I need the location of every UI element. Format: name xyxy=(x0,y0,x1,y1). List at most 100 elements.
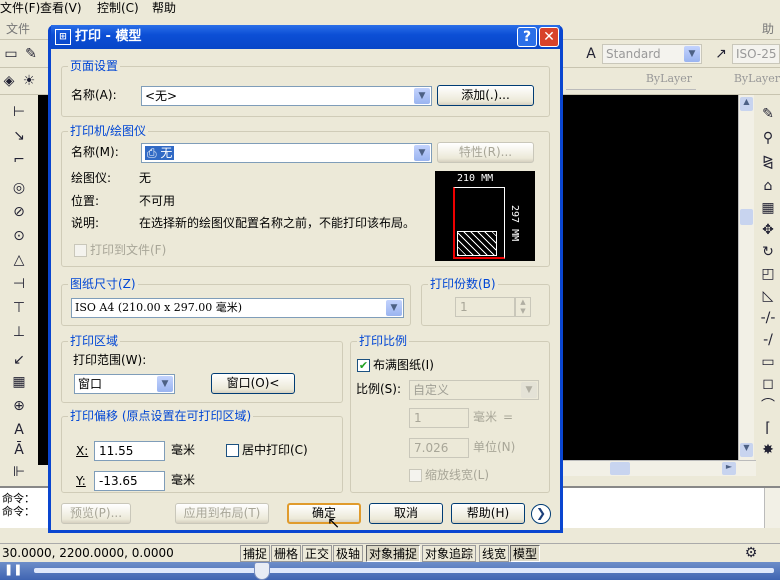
draw-toolbar: ⊢ ↘ ⌐ ◎ ⊘ ⊙ △ ⊣ ⊤ ⊥ ↙ ▦ ⊕ A Ā ⊩ xyxy=(0,95,38,480)
pause-icon[interactable]: ❚❚ xyxy=(4,563,22,576)
center-mark-icon[interactable]: ⊕ xyxy=(10,397,28,415)
menu-view[interactable]: 查看(V) xyxy=(40,0,82,16)
mtext-icon[interactable]: Ā xyxy=(10,441,28,459)
scroll-up-icon[interactable]: ▲ xyxy=(740,97,753,111)
line-icon[interactable]: ⊢ xyxy=(10,103,28,121)
chamfer-icon[interactable]: ◻ xyxy=(759,375,777,393)
paper-size-select[interactable]: ISO A4 (210.00 x 297.00 毫米) ▼ xyxy=(71,298,404,318)
otrack-toggle[interactable]: 对象追踪 xyxy=(422,545,477,562)
menu-help[interactable]: 帮助 xyxy=(152,0,176,16)
copies-input[interactable]: 1 xyxy=(455,297,515,317)
cancel-button[interactable]: 取消 xyxy=(369,503,443,524)
ellipse-icon[interactable]: ⊙ xyxy=(10,227,28,245)
fillet-icon[interactable]: ⌒ xyxy=(759,397,777,415)
lwt-toggle[interactable]: 线宽 xyxy=(479,545,510,562)
h-scroll-thumb[interactable] xyxy=(610,462,630,475)
snap-toggle[interactable]: 捕捉 xyxy=(240,545,271,562)
trim-icon[interactable]: ‑/‑ xyxy=(759,309,777,327)
copies-group: 打印份数(B) 1 ▲ ▼ xyxy=(421,277,550,326)
dim-baseline-icon[interactable]: ⊥ xyxy=(10,323,28,341)
scale-icon[interactable]: ◰ xyxy=(759,265,777,283)
offset-icon[interactable]: ⌂ xyxy=(759,177,777,195)
print-to-file-checkbox[interactable] xyxy=(74,244,87,257)
model-toggle[interactable]: 模型 xyxy=(510,545,541,562)
text-style-select[interactable]: Standard ▼ xyxy=(602,44,702,64)
fillet2-icon[interactable]: ⌈ xyxy=(759,419,777,437)
lineweight-select[interactable]: ByLayer xyxy=(706,72,780,90)
help-icon[interactable]: ? xyxy=(517,27,537,47)
dim-style-icon[interactable]: ↗ xyxy=(712,45,730,63)
printer-select[interactable]: ⎙ 无 ▼ xyxy=(141,143,432,163)
scale-value-1[interactable]: 1 xyxy=(409,408,469,428)
break-icon[interactable]: ▭ xyxy=(759,353,777,371)
offset-y-input[interactable]: -13.65 xyxy=(94,471,165,491)
scale-value-2[interactable]: 7.026 xyxy=(409,438,469,458)
dim-style-select[interactable]: ISO-25 xyxy=(732,44,780,64)
erase-icon[interactable]: ✎ xyxy=(759,105,777,123)
polar-toggle[interactable]: 极轴 xyxy=(333,545,364,562)
properties-button[interactable]: 特性(R)... xyxy=(437,142,534,163)
command-scrollbar[interactable] xyxy=(764,488,780,528)
dim-aligned-icon[interactable]: ⊤ xyxy=(10,299,28,317)
center-plot-checkbox[interactable] xyxy=(226,444,239,457)
dim-edit-icon[interactable]: ⊩ xyxy=(10,463,28,481)
fit-to-paper-checkbox[interactable]: ✔ xyxy=(357,359,370,372)
scale-lineweights-checkbox[interactable] xyxy=(409,469,422,482)
ok-button[interactable]: 确定 xyxy=(287,503,361,524)
scroll-right-icon[interactable]: ► xyxy=(722,462,736,475)
explode-icon[interactable]: ✸ xyxy=(759,441,777,459)
move-icon[interactable]: ✥ xyxy=(759,221,777,239)
apply-to-layout-button[interactable]: 应用到布局(T) xyxy=(175,503,269,524)
ortho-toggle[interactable]: 正交 xyxy=(302,545,333,562)
tray-settings-icon[interactable]: ⚙ xyxy=(742,544,760,562)
add-button[interactable]: 添加(.)... xyxy=(437,85,534,106)
table-icon[interactable]: ▦ xyxy=(10,373,28,391)
leader-icon[interactable]: ↙ xyxy=(10,351,28,369)
dialog-title: 打印 - 模型 xyxy=(75,29,142,44)
bulb-icon[interactable]: ☀ xyxy=(20,72,38,90)
text-style-icon[interactable]: A xyxy=(582,45,600,63)
print-dialog: ⊞ 打印 - 模型 ? ✕ 页面设置 名称(A): <无> ▼ 添加(.)... … xyxy=(48,25,563,533)
circle-icon[interactable]: ◎ xyxy=(10,179,28,197)
copies-spinner-icon[interactable]: ▲ ▼ xyxy=(515,297,531,317)
window-button[interactable]: 窗口(O)< xyxy=(211,373,295,394)
scale-select[interactable]: 自定义 ▼ xyxy=(409,380,539,400)
polygon-icon[interactable]: △ xyxy=(10,251,28,269)
polyline-icon[interactable]: ⌐ xyxy=(10,151,28,169)
scroll-thumb[interactable] xyxy=(740,209,753,225)
array-icon[interactable]: ▦ xyxy=(759,199,777,217)
progress-thumb[interactable] xyxy=(254,562,270,580)
text-icon[interactable]: A xyxy=(10,421,28,439)
bg-menu-file[interactable]: 文件 xyxy=(6,20,30,37)
preview-button[interactable]: 预览(P)... xyxy=(61,503,131,524)
plot-offset-label: 打印偏移 (原点设置在可打印区域) xyxy=(68,409,254,423)
linetype-select[interactable]: ByLayer xyxy=(566,72,696,90)
menu-file[interactable]: 文件(F) xyxy=(0,0,40,16)
xline-icon[interactable]: ↘ xyxy=(10,127,28,145)
open-icon[interactable]: ✎ xyxy=(22,45,40,63)
extend-icon[interactable]: ‑/ xyxy=(759,331,777,349)
grid-toggle[interactable]: 栅格 xyxy=(271,545,302,562)
horizontal-scrollbar[interactable]: ► xyxy=(560,460,756,476)
osnap-toggle[interactable]: 对象捕捉 xyxy=(366,545,421,562)
page-setup-select[interactable]: <无> ▼ xyxy=(141,86,432,106)
close-icon[interactable]: ✕ xyxy=(539,27,559,47)
offset-x-input[interactable]: 11.55 xyxy=(94,441,165,461)
copy-icon[interactable]: ⚲ xyxy=(759,129,777,147)
bg-menu-help[interactable]: 助 xyxy=(762,20,774,37)
rotate-icon[interactable]: ↻ xyxy=(759,243,777,261)
location-value: 不可用 xyxy=(139,194,176,208)
help-button[interactable]: 帮助(H) xyxy=(451,503,525,524)
media-progress-bar[interactable]: ❚❚ xyxy=(0,562,780,580)
dim-linear-icon[interactable]: ⊣ xyxy=(10,275,28,293)
menu-control[interactable]: 控制(C) xyxy=(97,0,139,16)
stretch-icon[interactable]: ◺ xyxy=(759,287,777,305)
vertical-scrollbar[interactable]: ▲ ▼ xyxy=(738,95,754,460)
mirror-icon[interactable]: ⧎ xyxy=(759,153,777,171)
arc-icon[interactable]: ⊘ xyxy=(10,203,28,221)
new-file-icon[interactable]: ▭ xyxy=(2,45,20,63)
more-options-icon[interactable]: ❯ xyxy=(531,504,551,524)
scroll-down-icon[interactable]: ▼ xyxy=(740,443,753,457)
plot-range-select[interactable]: 窗口 ▼ xyxy=(74,374,175,394)
layers-icon[interactable]: ◈ xyxy=(0,72,18,90)
